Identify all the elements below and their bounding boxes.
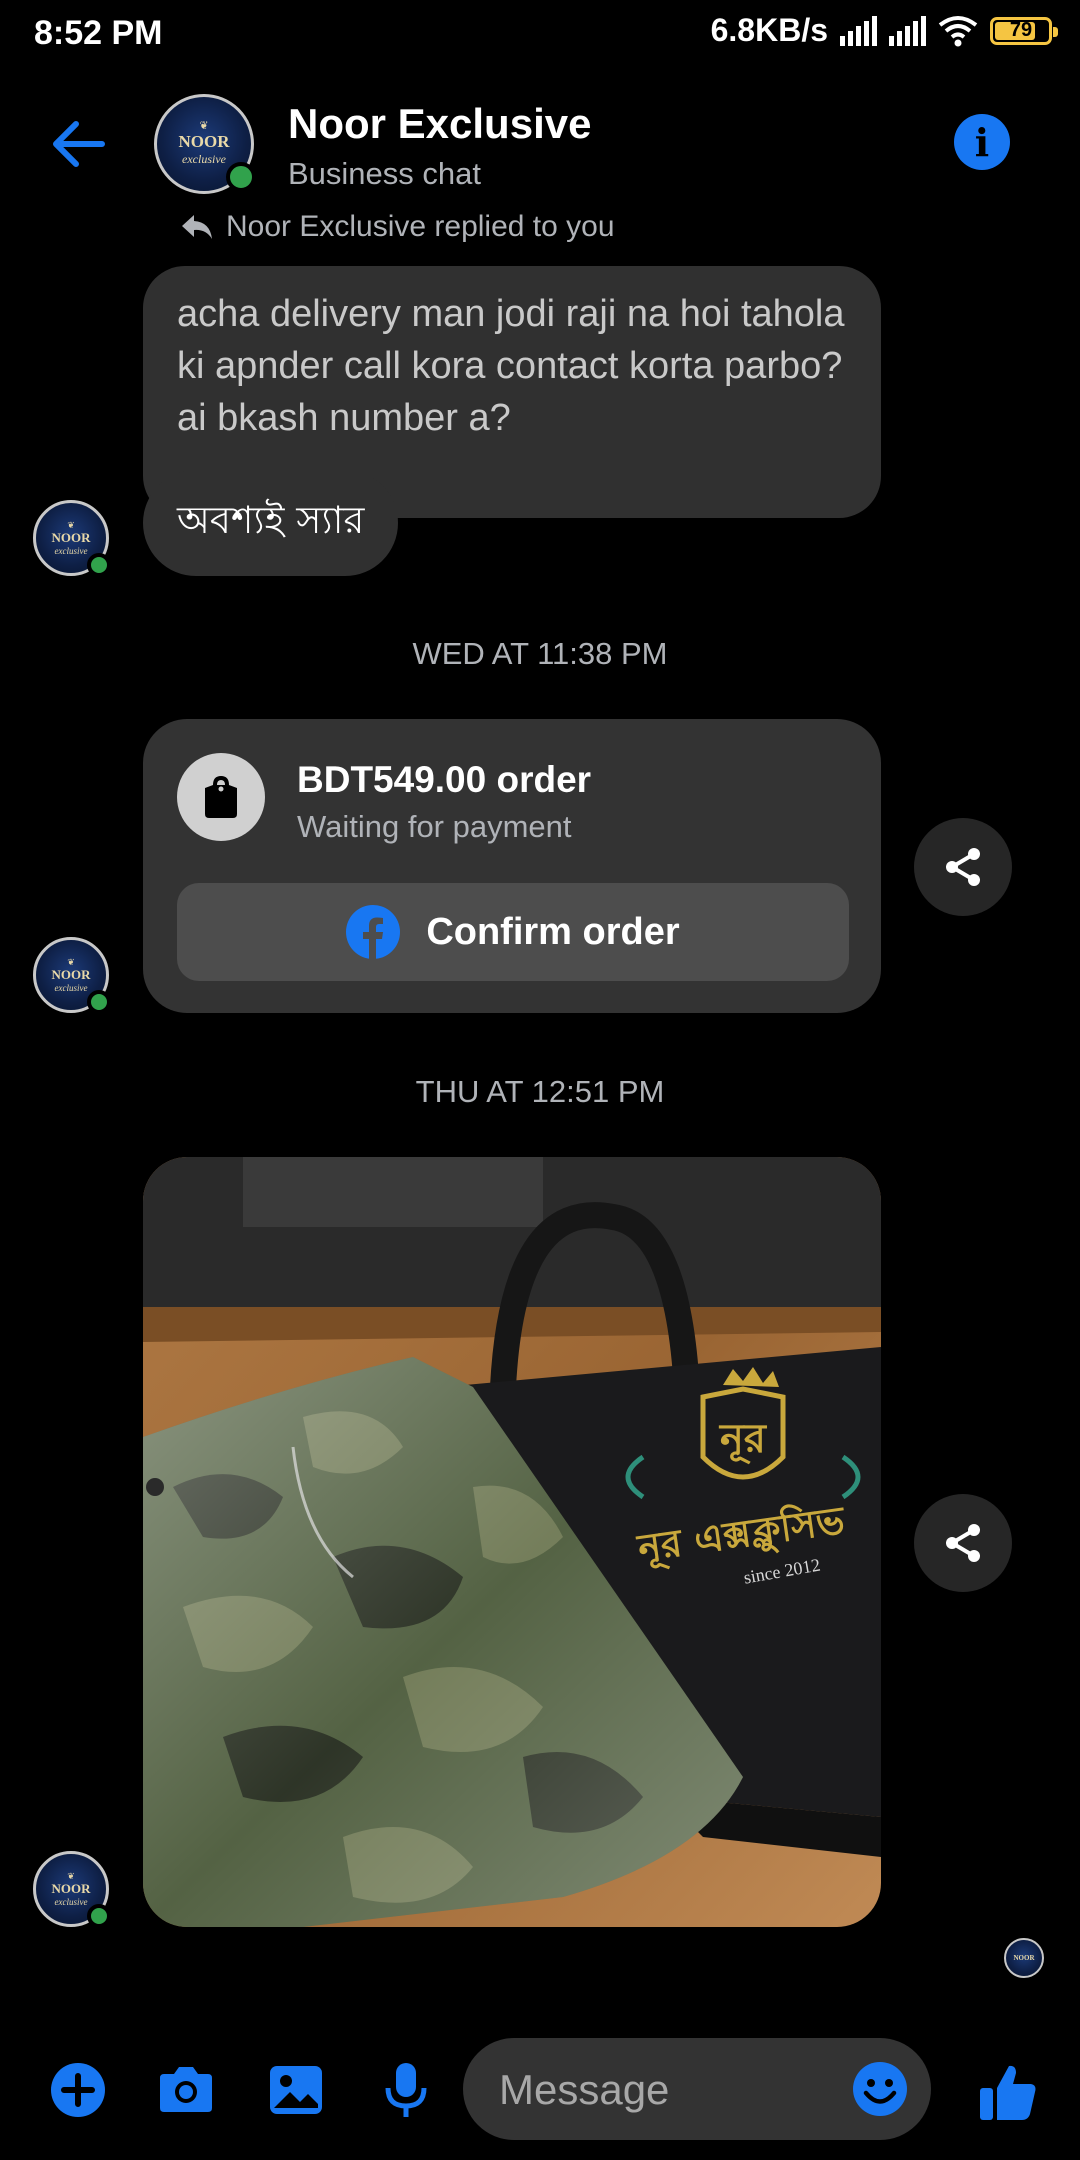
arrow-left-icon[interactable] [46,112,110,176]
microphone-icon[interactable] [376,2060,436,2120]
status-indicators: 6.8KB/s 79 [710,12,1058,49]
order-title: BDT549.00 order [297,759,592,800]
timestamp-divider: THU AT 12:51 PM [415,1074,665,1109]
battery-icon: 79 [990,16,1058,45]
thumbs-up-icon[interactable] [976,2060,1040,2124]
crest-icon: ❦ [67,956,75,967]
info-icon[interactable]: i [954,114,1010,170]
confirm-order-label: Confirm order [426,910,680,953]
share-icon [946,1524,980,1562]
bag-logo-text: নূর [718,1416,768,1464]
avatar-logo-sub: exclusive [54,982,88,993]
order-card[interactable]: BDT549.00 order Waiting for payment Conf… [143,719,881,1013]
wifi-icon [938,15,978,46]
avatar-logo-sub: exclusive [54,1896,88,1907]
avatar-logo-main: NOOR [178,132,230,151]
timestamp-divider: WED AT 11:38 PM [412,636,668,671]
page-subtitle: Business chat [288,156,481,191]
reply-arrow-icon [182,215,212,239]
online-status-dot [87,1904,111,1928]
avatar-logo-sub: exclusive [54,545,88,556]
camera-icon[interactable] [156,2060,216,2120]
message-input[interactable] [497,2038,841,2142]
signal-icon [840,15,877,46]
avatar-logo-main: NOOR [51,529,91,545]
signal-icon-2 [889,15,926,46]
online-status-dot [87,990,111,1014]
online-status-dot [226,162,256,192]
avatar-logo-sub: exclusive [182,152,226,166]
crest-icon: ❦ [67,519,75,530]
network-speed: 6.8KB/s [710,12,828,48]
avatar-logo-main: NOOR [51,1880,91,1896]
shopping-bag-icon [177,753,265,841]
plus-icon[interactable] [48,2060,108,2120]
seen-indicator-avatar: NOOR [1004,1938,1044,1978]
online-status-dot [87,553,111,577]
avatar-logo-main: NOOR [51,966,91,982]
battery-level: 79 [1009,18,1033,41]
message-box[interactable] [463,2038,931,2142]
reply-indicator: Noor Exclusive replied to you [180,210,615,244]
reply-indicator-text: Noor Exclusive replied to you [226,210,615,243]
status-time: 8:52 PM [34,14,163,52]
confirm-order-button[interactable]: Confirm order [177,883,849,981]
share-button[interactable] [914,1494,1012,1592]
crest-icon: ❦ [67,1870,75,1881]
image-icon[interactable] [266,2060,326,2120]
crest-icon: ❦ [199,120,209,132]
page-title[interactable]: Noor Exclusive [288,100,591,148]
share-button[interactable] [914,818,1012,916]
facebook-icon [346,905,401,959]
message-bubble[interactable]: অবশ্যই স্যার [143,470,399,576]
order-status: Waiting for payment [297,809,572,844]
product-photo[interactable]: নূর নূর এক্সক্লুসিভ since 2012 [143,1157,881,1927]
avatar-logo-main: NOOR [1013,1954,1035,1962]
emoji-icon[interactable] [851,2060,909,2118]
share-icon [946,848,980,886]
